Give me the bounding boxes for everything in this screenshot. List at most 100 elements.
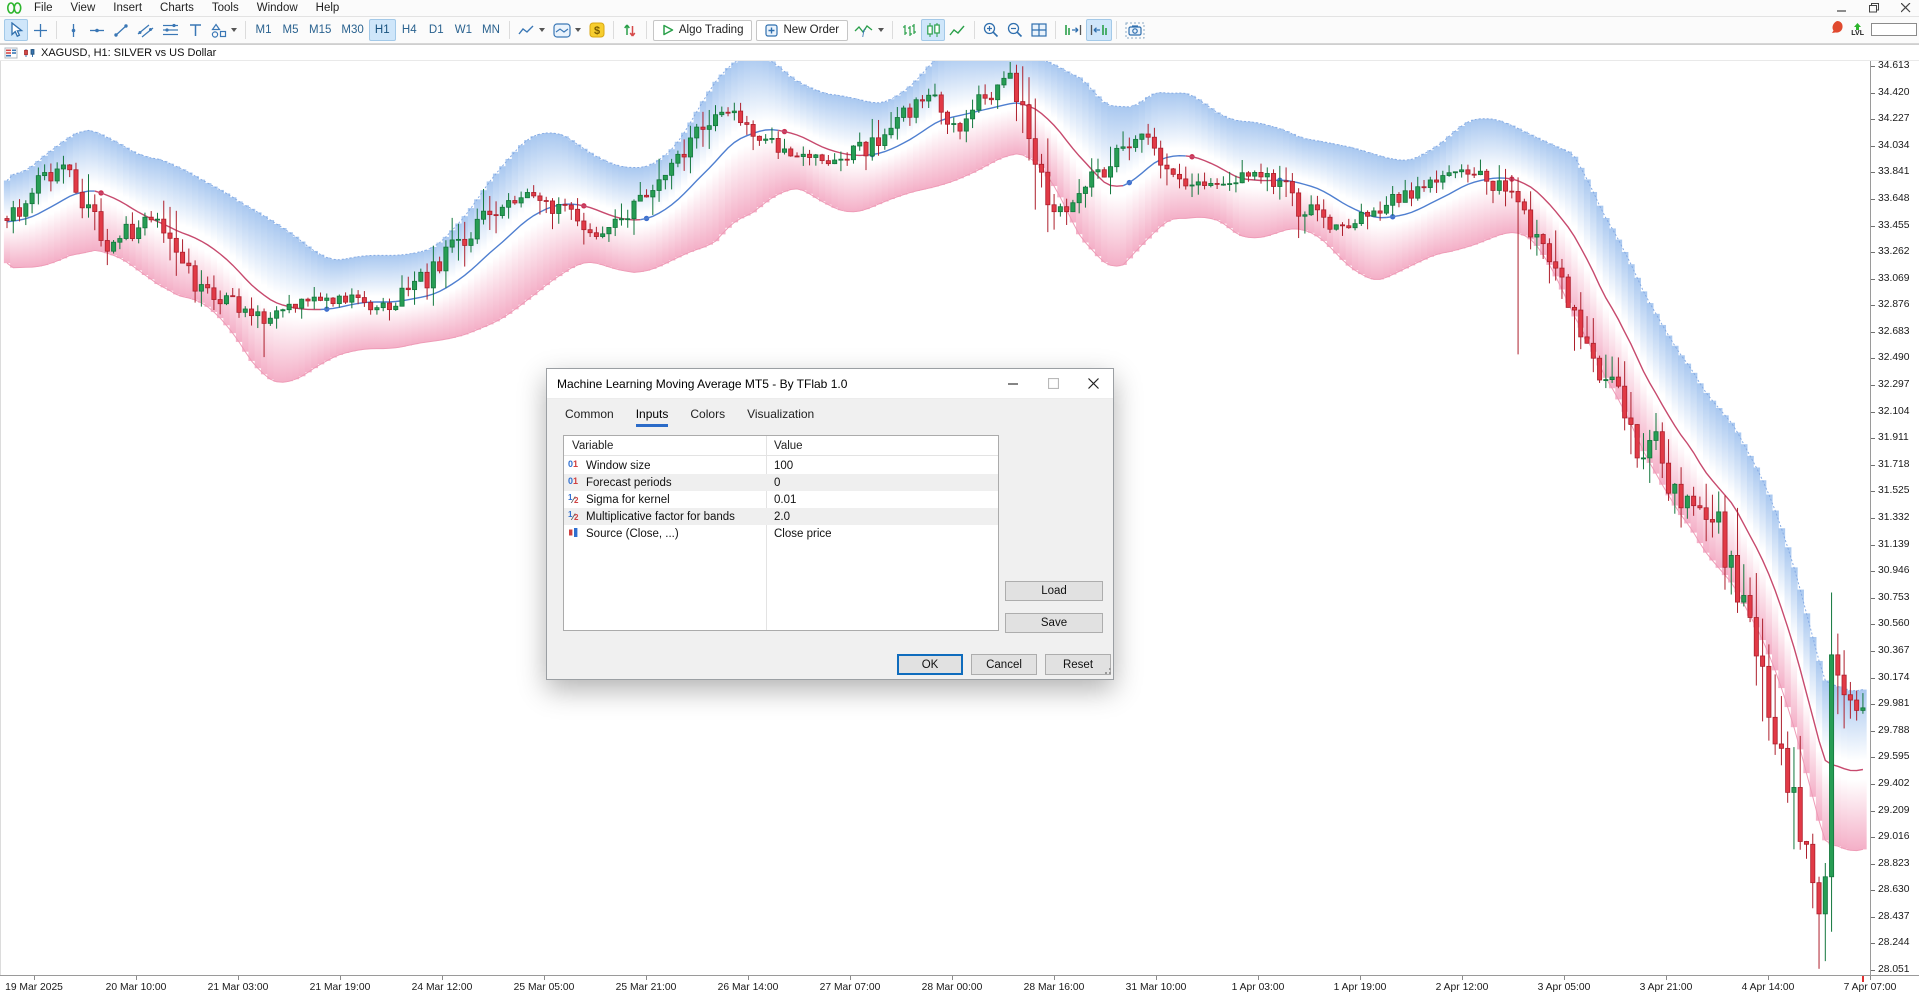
tab-common[interactable]: Common xyxy=(565,407,614,427)
vertical-line-tool-button[interactable] xyxy=(61,19,85,41)
bull-candle xyxy=(1209,183,1213,185)
price-tick xyxy=(1871,784,1875,785)
time-tick xyxy=(952,976,953,980)
parameter-value[interactable]: 0.01 xyxy=(774,494,796,506)
menu-insert[interactable]: Insert xyxy=(104,0,151,17)
bull-candle xyxy=(1685,496,1689,508)
line-chart-style-button[interactable] xyxy=(945,19,970,41)
channel-tool-button[interactable] xyxy=(133,19,158,41)
parameter-value[interactable]: 100 xyxy=(774,460,793,472)
time-label: 7 Apr 07:00 xyxy=(1844,982,1897,993)
parameter-value[interactable]: 0 xyxy=(774,477,780,489)
time-axis[interactable]: 19 Mar 202520 Mar 10:0021 Mar 03:0021 Ma… xyxy=(0,975,1919,996)
zoom-out-button[interactable] xyxy=(1003,19,1027,41)
menu-tools[interactable]: Tools xyxy=(203,0,248,17)
dialog-resize-grip[interactable] xyxy=(1102,664,1112,678)
chart-style-button[interactable] xyxy=(514,19,549,41)
tab-colors[interactable]: Colors xyxy=(690,407,725,427)
load-button[interactable]: Load xyxy=(1005,581,1103,601)
tab-inputs[interactable]: Inputs xyxy=(636,407,669,427)
window-restore-button[interactable] xyxy=(1865,1,1883,15)
menu-help[interactable]: Help xyxy=(307,0,349,17)
dialog-maximize-button[interactable] xyxy=(1033,369,1073,399)
cursor-tool-button[interactable] xyxy=(4,19,28,41)
menu-file[interactable]: File xyxy=(25,0,62,17)
fibonacci-tool-button[interactable] xyxy=(158,19,183,41)
objects-tool-button[interactable] xyxy=(207,19,241,41)
timeframe-w1-button[interactable]: W1 xyxy=(450,19,477,41)
bull-candle xyxy=(833,160,837,164)
bull-candle xyxy=(1108,167,1112,177)
table-row[interactable]: 01 Forecast periods 0 xyxy=(564,474,998,491)
price-label: 32.876 xyxy=(1878,299,1910,311)
timeframe-h4-button[interactable]: H4 xyxy=(396,19,423,41)
price-label: 29.209 xyxy=(1878,805,1910,817)
horizontal-line-tool-button[interactable] xyxy=(85,19,109,41)
tile-windows-button[interactable] xyxy=(1027,19,1051,41)
algo-trading-label: Algo Trading xyxy=(679,24,744,36)
timeframe-m5-button[interactable]: M5 xyxy=(277,19,304,41)
chart-shift-button[interactable] xyxy=(1086,19,1112,41)
tab-visualization[interactable]: Visualization xyxy=(747,407,814,427)
timeframe-mn-button[interactable]: MN xyxy=(477,19,505,41)
price-tick xyxy=(1871,226,1875,227)
timeframe-m15-button[interactable]: M15 xyxy=(304,19,336,41)
dialog-titlebar[interactable]: Machine Learning Moving Average MT5 - By… xyxy=(547,369,1113,399)
bear-candle xyxy=(362,298,366,303)
table-row[interactable]: Source (Close, ...) Close price xyxy=(564,525,998,542)
screenshot-button[interactable] xyxy=(1121,19,1149,41)
bar-chart-style-button[interactable] xyxy=(897,19,921,41)
algo-trading-button[interactable]: Algo Trading xyxy=(653,20,753,41)
menu-charts[interactable]: Charts xyxy=(151,0,203,17)
new-order-button[interactable]: New Order xyxy=(756,20,848,41)
price-axis[interactable]: 34.61334.42034.22734.03433.84133.64833.4… xyxy=(1870,44,1919,975)
dialog-close-button[interactable] xyxy=(1073,369,1113,399)
bear-candle xyxy=(1466,170,1470,174)
ml-ma-band xyxy=(995,61,1002,160)
text-tool-button[interactable] xyxy=(183,19,207,41)
bear-candle xyxy=(1547,244,1551,262)
market-depth-button[interactable] xyxy=(618,19,642,41)
notification-icon[interactable] xyxy=(1830,20,1844,39)
bull-candle xyxy=(626,219,630,220)
menu-view[interactable]: View xyxy=(62,0,105,17)
timeframe-m1-button[interactable]: M1 xyxy=(250,19,277,41)
window-close-button[interactable] xyxy=(1897,1,1915,15)
price-tick xyxy=(1871,279,1875,280)
bull-candle xyxy=(557,204,561,213)
indicators-button[interactable]: f xyxy=(850,19,888,41)
bull-candle xyxy=(1729,555,1733,567)
bear-candle xyxy=(1365,212,1369,216)
menu-window[interactable]: Window xyxy=(248,0,307,17)
ok-button[interactable]: OK xyxy=(897,654,963,675)
crosshair-tool-button[interactable] xyxy=(28,19,52,41)
bull-candle xyxy=(1228,184,1232,185)
ml-ma-band xyxy=(988,61,995,163)
cancel-button[interactable]: Cancel xyxy=(971,654,1037,675)
table-row[interactable]: 01 Window size 100 xyxy=(564,457,998,474)
window-minimize-button[interactable] xyxy=(1833,1,1851,15)
auto-scroll-button[interactable] xyxy=(1060,19,1086,41)
table-row[interactable]: 1⁄2 Sigma for kernel 0.01 xyxy=(564,491,998,508)
timeframe-m30-button[interactable]: M30 xyxy=(336,19,368,41)
candlestick-style-button[interactable] xyxy=(921,19,945,41)
trendline-tool-button[interactable] xyxy=(109,19,133,41)
dialog-minimize-button[interactable] xyxy=(993,369,1033,399)
timeframe-d1-button[interactable]: D1 xyxy=(423,19,450,41)
integer-parameter-icon: 01 xyxy=(568,459,583,469)
save-button[interactable]: Save xyxy=(1005,613,1103,633)
time-label: 25 Mar 21:00 xyxy=(616,982,677,993)
bull-candle xyxy=(61,165,65,169)
zoom-in-button[interactable] xyxy=(979,19,1003,41)
timeframe-h1-button[interactable]: H1 xyxy=(369,19,396,41)
chart-window-titlebar[interactable]: XAGUSD, H1: SILVER vs US Dollar xyxy=(0,44,1919,61)
bull-candle xyxy=(199,285,203,292)
price-tick xyxy=(1871,305,1875,306)
bull-candle xyxy=(275,311,279,318)
parameter-value[interactable]: 2.0 xyxy=(774,511,790,523)
indicator-window-button[interactable] xyxy=(549,19,585,41)
table-row[interactable]: 1⁄2 Multiplicative factor for bands 2.0 xyxy=(564,508,998,525)
bear-candle xyxy=(1378,211,1382,213)
parameter-value[interactable]: Close price xyxy=(774,528,832,540)
quotes-button[interactable]: $ xyxy=(585,19,609,41)
